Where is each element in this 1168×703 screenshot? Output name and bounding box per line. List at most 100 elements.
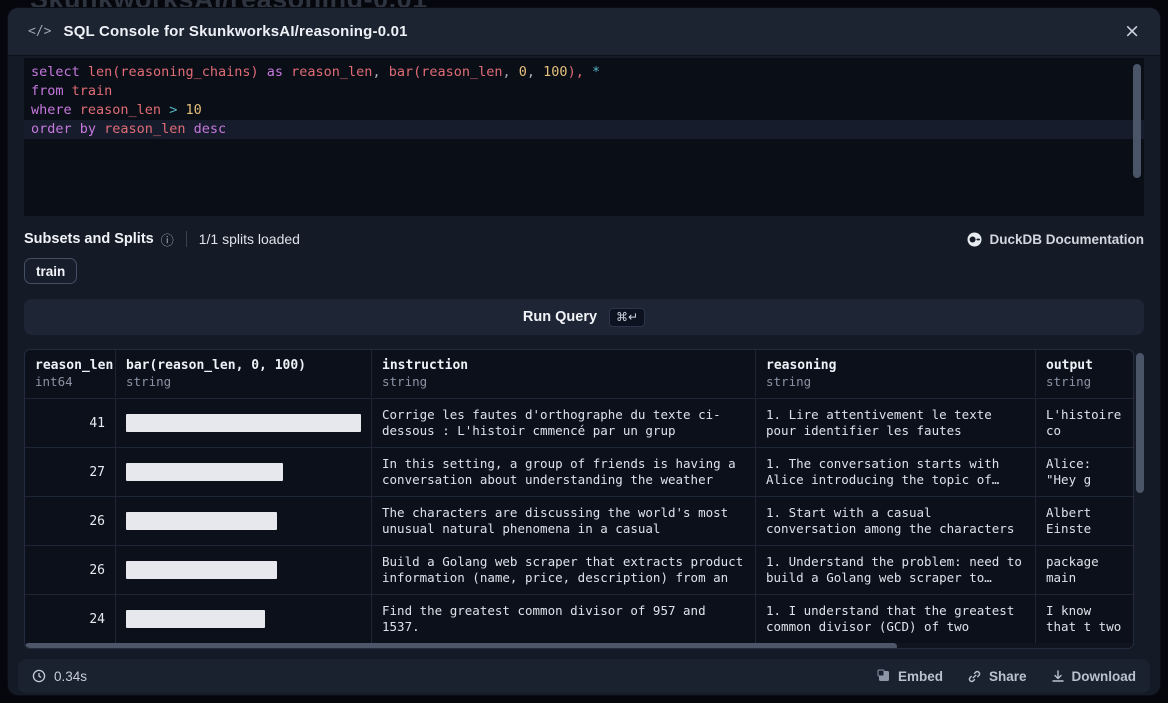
cell-reasoning: 1. Understand the problem: need to build… bbox=[756, 546, 1036, 594]
cell-text: In this setting, a group of friends is h… bbox=[382, 456, 745, 488]
share-button[interactable]: Share bbox=[967, 669, 1027, 684]
cell-output: package main "io/ioutil" " bbox=[1036, 546, 1133, 594]
cell-text: package main "io/ioutil" " bbox=[1046, 554, 1123, 586]
cell-text: Find the greatest common divisor of 957 … bbox=[382, 603, 745, 635]
cell-text: Albert Einste place called bbox=[1046, 505, 1123, 537]
code-token bbox=[64, 83, 72, 99]
run-query-button[interactable]: Run Query ⌘↵ bbox=[24, 299, 1144, 335]
code-token bbox=[161, 102, 169, 118]
column-header: reasoningstring bbox=[756, 350, 1036, 397]
modal-header: </> SQL Console for SkunkworksAI/reasoni… bbox=[8, 8, 1160, 56]
bar-fill bbox=[126, 414, 361, 432]
code-token: bar(reason_len bbox=[389, 64, 503, 80]
duckdb-logo-icon bbox=[967, 232, 982, 247]
splits-chip-row: train bbox=[24, 258, 1144, 285]
cell-reason-len: 26 bbox=[25, 497, 116, 545]
table-vertical-scrollbar[interactable] bbox=[1136, 349, 1144, 649]
code-line: order by reason_len desc bbox=[24, 120, 1144, 139]
query-duration: 0.34s bbox=[32, 669, 87, 684]
cell-output: Alice: "Hey g meteorologist bbox=[1036, 448, 1133, 496]
cell-text: I know that t two numbers i bbox=[1046, 603, 1123, 635]
editor-scrollbar-thumb[interactable] bbox=[1133, 64, 1141, 178]
code-token: , bbox=[527, 64, 543, 80]
download-button[interactable]: Download bbox=[1051, 669, 1137, 684]
clock-icon bbox=[32, 669, 46, 683]
cell-text: Alice: "Hey g meteorologist bbox=[1046, 456, 1123, 488]
cell-bar bbox=[116, 546, 372, 594]
sql-console-modal: </> SQL Console for SkunkworksAI/reasoni… bbox=[8, 8, 1160, 695]
table-row: 27 In this setting, a group of friends is… bbox=[25, 447, 1133, 496]
split-chip-train[interactable]: train bbox=[24, 258, 77, 284]
code-token bbox=[283, 64, 291, 80]
code-token: train bbox=[72, 83, 113, 99]
code-token bbox=[259, 64, 267, 80]
cell-instruction: Build a Golang web scraper that extracts… bbox=[372, 546, 756, 594]
table-row: 26Build a Golang web scraper that extrac… bbox=[25, 545, 1133, 594]
cell-text: 1. Understand the problem: need to build… bbox=[766, 554, 1025, 586]
column-header: reason_lenint64 bbox=[25, 350, 116, 397]
column-header: bar(reason_len, 0, 100)string bbox=[116, 350, 372, 397]
code-token: select bbox=[31, 64, 80, 80]
code-token: ), bbox=[568, 64, 584, 80]
bar-fill bbox=[126, 512, 277, 530]
bar-fill bbox=[126, 463, 283, 481]
cell-bar bbox=[116, 595, 372, 643]
code-token: order by bbox=[31, 121, 96, 137]
editor-scrollbar[interactable] bbox=[1133, 64, 1141, 210]
cell-instruction: Find the greatest common divisor of 957 … bbox=[372, 595, 756, 643]
column-type: string bbox=[1046, 374, 1123, 389]
info-icon[interactable]: ⓘ bbox=[161, 230, 174, 249]
embed-icon bbox=[877, 669, 891, 683]
cell-output: Albert Einste place called bbox=[1036, 497, 1133, 545]
table-row: 24 Find the greatest common divisor of 95… bbox=[25, 594, 1133, 643]
h-scrollbar-thumb[interactable] bbox=[25, 643, 897, 649]
code-token: from bbox=[31, 83, 64, 99]
code-line: from train bbox=[24, 82, 1144, 101]
duckdb-documentation-link[interactable]: DuckDB Documentation bbox=[967, 232, 1144, 247]
code-token: 100 bbox=[543, 64, 567, 80]
code-token: 10 bbox=[185, 102, 201, 118]
column-header: outputstring bbox=[1036, 350, 1133, 397]
sql-editor[interactable]: select len(reasoning_chains) as reason_l… bbox=[24, 58, 1144, 216]
duckdb-documentation-label: DuckDB Documentation bbox=[989, 232, 1144, 247]
cell-instruction: The characters are discussing the world'… bbox=[372, 497, 756, 545]
code-token: reason_len bbox=[80, 102, 161, 118]
cell-reason-len: 24 bbox=[25, 595, 116, 643]
cell-text: 1. The conversation starts with Alice in… bbox=[766, 456, 1025, 488]
column-name: reason_len bbox=[35, 358, 105, 373]
table-row: 26 The characters are discussing the worl… bbox=[25, 496, 1133, 545]
share-link-icon bbox=[967, 669, 982, 684]
code-token: * bbox=[592, 64, 600, 80]
cell-reason-len: 41 bbox=[25, 399, 116, 447]
cell-reasoning: 1. I understand that the greatest common… bbox=[756, 595, 1036, 643]
cell-text: Corrige les fautes d'orthographe du text… bbox=[382, 407, 745, 439]
run-query-label: Run Query bbox=[523, 309, 597, 325]
code-token: len(reasoning_chains) bbox=[88, 64, 259, 80]
column-type: int64 bbox=[35, 374, 105, 389]
cell-text: 1. I understand that the greatest common… bbox=[766, 603, 1025, 635]
code-line: where reason_len > 10 bbox=[24, 101, 1144, 120]
share-label: Share bbox=[989, 669, 1027, 684]
cell-instruction: In this setting, a group of friends is h… bbox=[372, 448, 756, 496]
column-type: string bbox=[126, 374, 361, 389]
cell-text: L'histoire co informatique bbox=[1046, 407, 1123, 439]
code-token bbox=[185, 121, 193, 137]
cell-text: 1. Lire attentivement le texte pour iden… bbox=[766, 407, 1025, 439]
code-token bbox=[72, 102, 80, 118]
cell-bar bbox=[116, 399, 372, 447]
close-icon[interactable]: × bbox=[1124, 22, 1140, 41]
download-icon bbox=[1051, 669, 1065, 683]
embed-button[interactable]: Embed bbox=[877, 669, 943, 684]
cell-reasoning: 1. Lire attentivement le texte pour iden… bbox=[756, 399, 1036, 447]
cell-output: L'histoire co informatique bbox=[1036, 399, 1133, 447]
table-horizontal-scrollbar[interactable] bbox=[25, 643, 1133, 649]
cell-reason-len: 27 bbox=[25, 448, 116, 496]
v-scrollbar-thumb[interactable] bbox=[1136, 353, 1144, 493]
cmd-enter-shortcut: ⌘↵ bbox=[609, 308, 645, 327]
code-token: where bbox=[31, 102, 72, 118]
cell-reasoning: 1. Start with a casual conversation amon… bbox=[756, 497, 1036, 545]
code-token: desc bbox=[194, 121, 227, 137]
code-token: 0 bbox=[519, 64, 527, 80]
column-name: output bbox=[1046, 358, 1123, 373]
modal-title: SQL Console for SkunkworksAI/reasoning-0… bbox=[63, 23, 407, 40]
